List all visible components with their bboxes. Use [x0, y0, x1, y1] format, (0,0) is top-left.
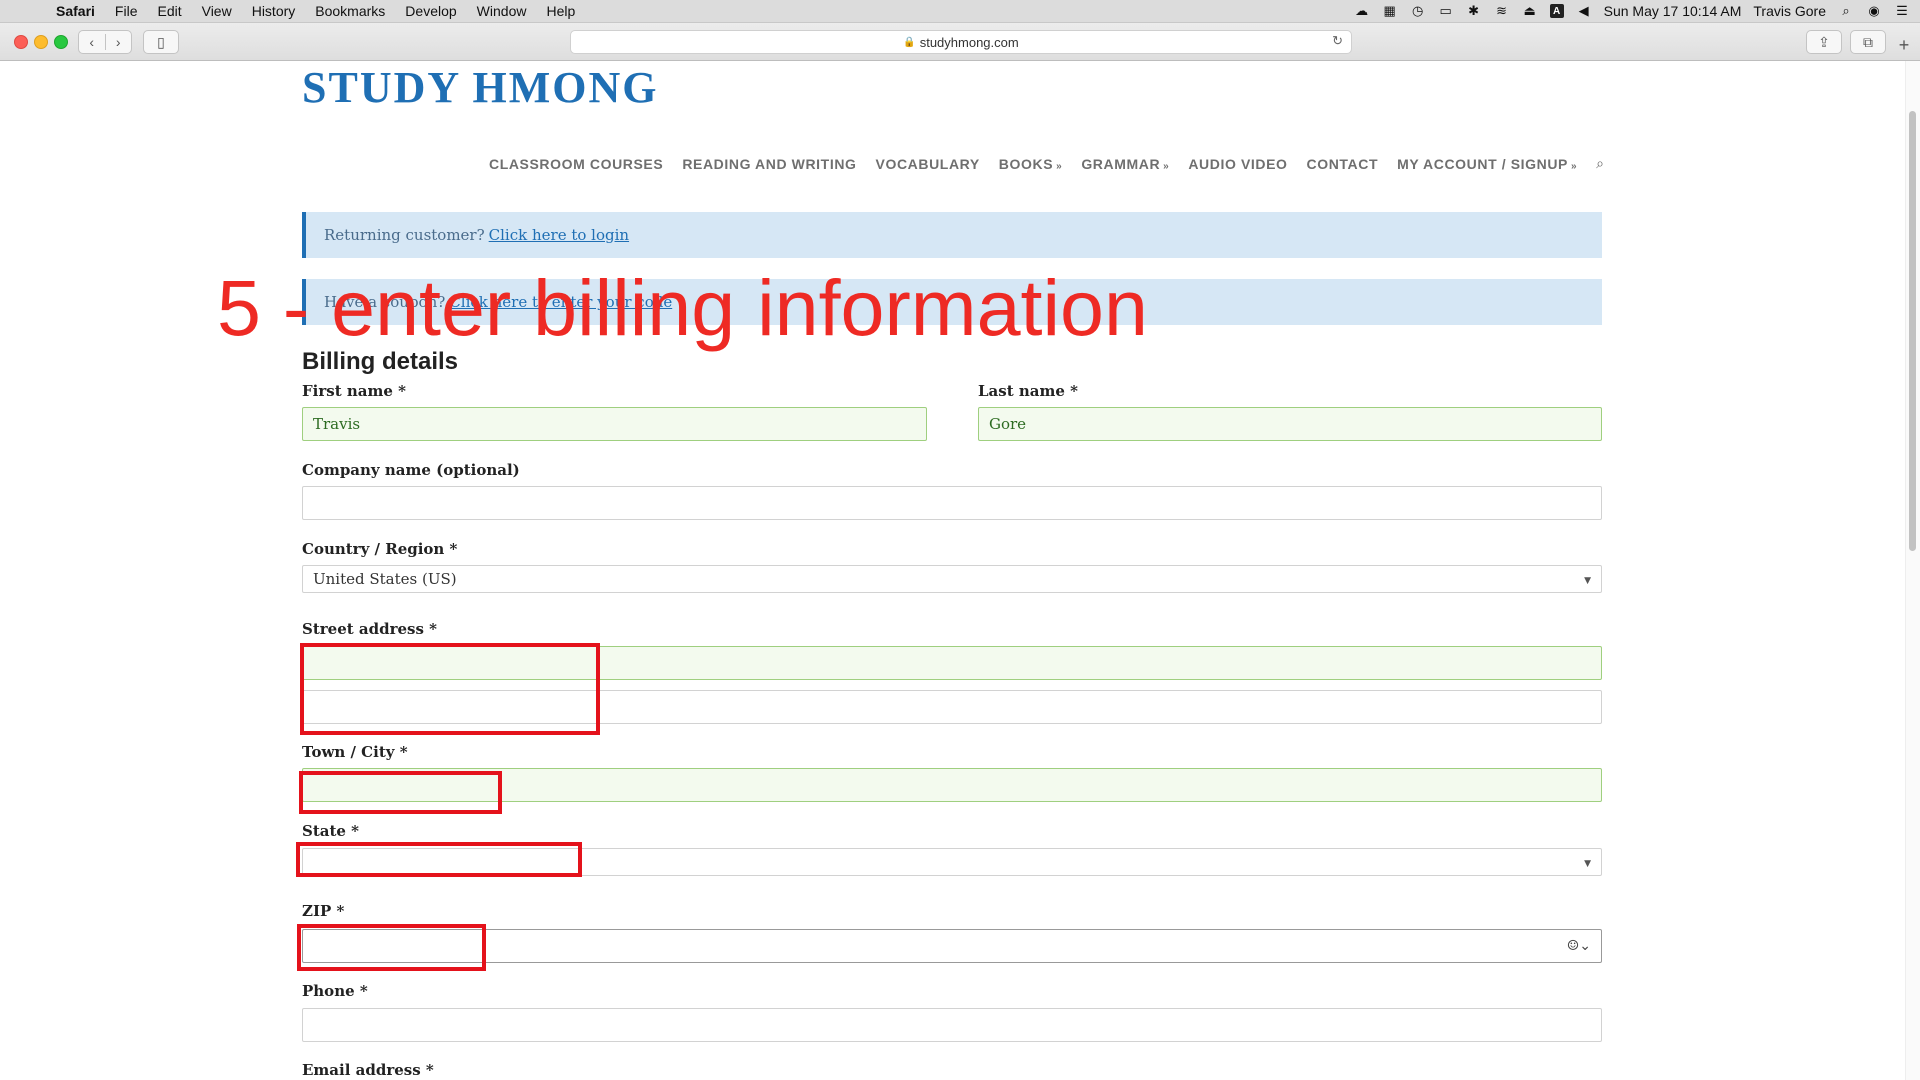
menu-bookmarks[interactable]: Bookmarks: [305, 0, 395, 22]
contact-autofill-icon[interactable]: ☺⌄: [1567, 938, 1591, 954]
menu-app-safari[interactable]: Safari: [44, 0, 105, 22]
nav-vocabulary[interactable]: VOCABULARY: [876, 156, 980, 172]
fullscreen-window-button[interactable]: [54, 35, 68, 49]
country-region-select[interactable]: United States (US) ▼: [302, 565, 1602, 593]
returning-customer-text: Returning customer?: [324, 226, 485, 244]
returning-customer-notice: Returning customer? Click here to login: [302, 212, 1602, 258]
tutorial-step-caption: 5 - enter billing information: [217, 263, 1148, 352]
forward-button[interactable]: ›: [106, 34, 132, 50]
tabs-icon: ⧉: [1863, 33, 1873, 50]
menubar-datetime[interactable]: Sun May 17 10:14 AM: [1604, 3, 1742, 19]
chevron-down-icon: »: [1056, 160, 1063, 172]
nav-books[interactable]: BOOKS»: [999, 156, 1063, 172]
grid-app-icon[interactable]: ▦: [1382, 3, 1398, 18]
eject-icon[interactable]: ⏏: [1522, 3, 1538, 18]
dropdown-arrow-icon: ▼: [1584, 859, 1591, 869]
menu-file[interactable]: File: [105, 0, 148, 22]
notification-center-icon[interactable]: ☰: [1894, 3, 1910, 18]
chevron-down-icon: »: [1570, 160, 1578, 172]
nav-classroom-courses[interactable]: CLASSROOM COURSES: [489, 156, 663, 172]
time-machine-icon[interactable]: ◷: [1410, 3, 1426, 18]
reload-icon[interactable]: ↻: [1332, 33, 1343, 49]
input-source-icon[interactable]: A: [1549, 4, 1564, 18]
billing-details-heading: Billing details: [302, 348, 459, 375]
dropdown-arrow-icon: ▼: [1584, 576, 1591, 586]
close-window-button[interactable]: [14, 35, 28, 49]
minimize-window-button[interactable]: [34, 35, 48, 49]
scrollbar-thumb[interactable]: [1909, 111, 1916, 551]
back-forward-group: ‹ ›: [78, 30, 132, 54]
sidebar-icon: ▯: [157, 33, 165, 50]
nav-my-account-label: MY ACCOUNT / SIGNUP: [1397, 155, 1568, 172]
nav-grammar-label: GRAMMAR: [1081, 155, 1161, 172]
phone-field[interactable]: [302, 1008, 1602, 1042]
login-link[interactable]: Click here to login: [489, 226, 629, 244]
show-tabs-button[interactable]: ⧉: [1850, 30, 1886, 54]
back-button[interactable]: ‹: [79, 34, 106, 50]
highlight-town-city: [299, 771, 502, 814]
country-region-value: United States (US): [313, 570, 457, 588]
town-city-label: Town / City *: [302, 743, 408, 761]
site-search-icon[interactable]: ⌕: [1596, 155, 1604, 172]
spotlight-search-icon[interactable]: ⌕: [1838, 3, 1854, 18]
bluetooth-icon[interactable]: ✱: [1466, 3, 1482, 18]
highlight-zip: [297, 924, 486, 971]
menu-help[interactable]: Help: [536, 0, 585, 22]
wifi-icon[interactable]: ≋: [1494, 3, 1510, 18]
nav-my-account[interactable]: MY ACCOUNT / SIGNUP»: [1397, 156, 1577, 172]
first-name-label: First name *: [302, 382, 406, 400]
macos-menu-bar: Safari File Edit View History Bookmarks …: [0, 0, 1920, 23]
volume-icon[interactable]: ◀: [1576, 3, 1592, 18]
street-address-label: Street address *: [302, 620, 437, 638]
page-scrollbar[interactable]: [1905, 61, 1920, 1080]
zip-label: ZIP *: [302, 902, 345, 920]
sidebar-toggle-button[interactable]: ▯: [143, 30, 179, 54]
menu-view[interactable]: View: [192, 0, 242, 22]
phone-label: Phone *: [302, 982, 368, 1000]
url-text: studyhmong.com: [919, 34, 1019, 50]
last-name-field[interactable]: Gore: [978, 407, 1602, 441]
share-button[interactable]: ⇪: [1806, 30, 1842, 54]
company-name-label: Company name (optional): [302, 461, 520, 479]
siri-icon[interactable]: ◉: [1866, 3, 1882, 18]
company-name-field[interactable]: [302, 486, 1602, 520]
country-region-label: Country / Region *: [302, 540, 458, 558]
email-address-label: Email address *: [302, 1061, 434, 1079]
menu-edit[interactable]: Edit: [147, 0, 191, 22]
highlight-street-address: [300, 643, 600, 735]
nav-books-label: BOOKS: [998, 155, 1054, 172]
address-bar[interactable]: 🔒 studyhmong.com ↻: [570, 30, 1352, 54]
menu-develop[interactable]: Develop: [395, 0, 466, 22]
nav-reading-and-writing[interactable]: READING AND WRITING: [682, 156, 856, 172]
first-name-field[interactable]: Travis: [302, 407, 927, 441]
state-label: State *: [302, 822, 360, 840]
menu-history[interactable]: History: [242, 0, 306, 22]
menubar-user[interactable]: Travis Gore: [1753, 3, 1826, 19]
last-name-label: Last name *: [978, 382, 1078, 400]
site-logo[interactable]: STUDY HMONG: [302, 62, 659, 113]
site-navigation: CLASSROOM COURSES READING AND WRITING VO…: [489, 155, 1604, 172]
browser-toolbar: ‹ › ▯ 🔒 studyhmong.com ↻ ⇪ ⧉ +: [0, 23, 1920, 61]
lock-icon: 🔒: [903, 36, 916, 48]
nav-audio-video[interactable]: AUDIO VIDEO: [1188, 156, 1287, 172]
cloud-icon[interactable]: ☁: [1354, 3, 1370, 18]
airplay-icon[interactable]: ▭: [1438, 3, 1454, 18]
nav-grammar[interactable]: GRAMMAR»: [1081, 156, 1169, 172]
menu-window[interactable]: Window: [467, 0, 537, 22]
nav-contact[interactable]: CONTACT: [1307, 156, 1379, 172]
zip-field[interactable]: ☺⌄: [302, 929, 1602, 963]
new-tab-button[interactable]: +: [1894, 35, 1914, 55]
chevron-down-icon: »: [1163, 160, 1170, 172]
share-icon: ⇪: [1818, 33, 1830, 50]
highlight-state: [296, 842, 582, 877]
